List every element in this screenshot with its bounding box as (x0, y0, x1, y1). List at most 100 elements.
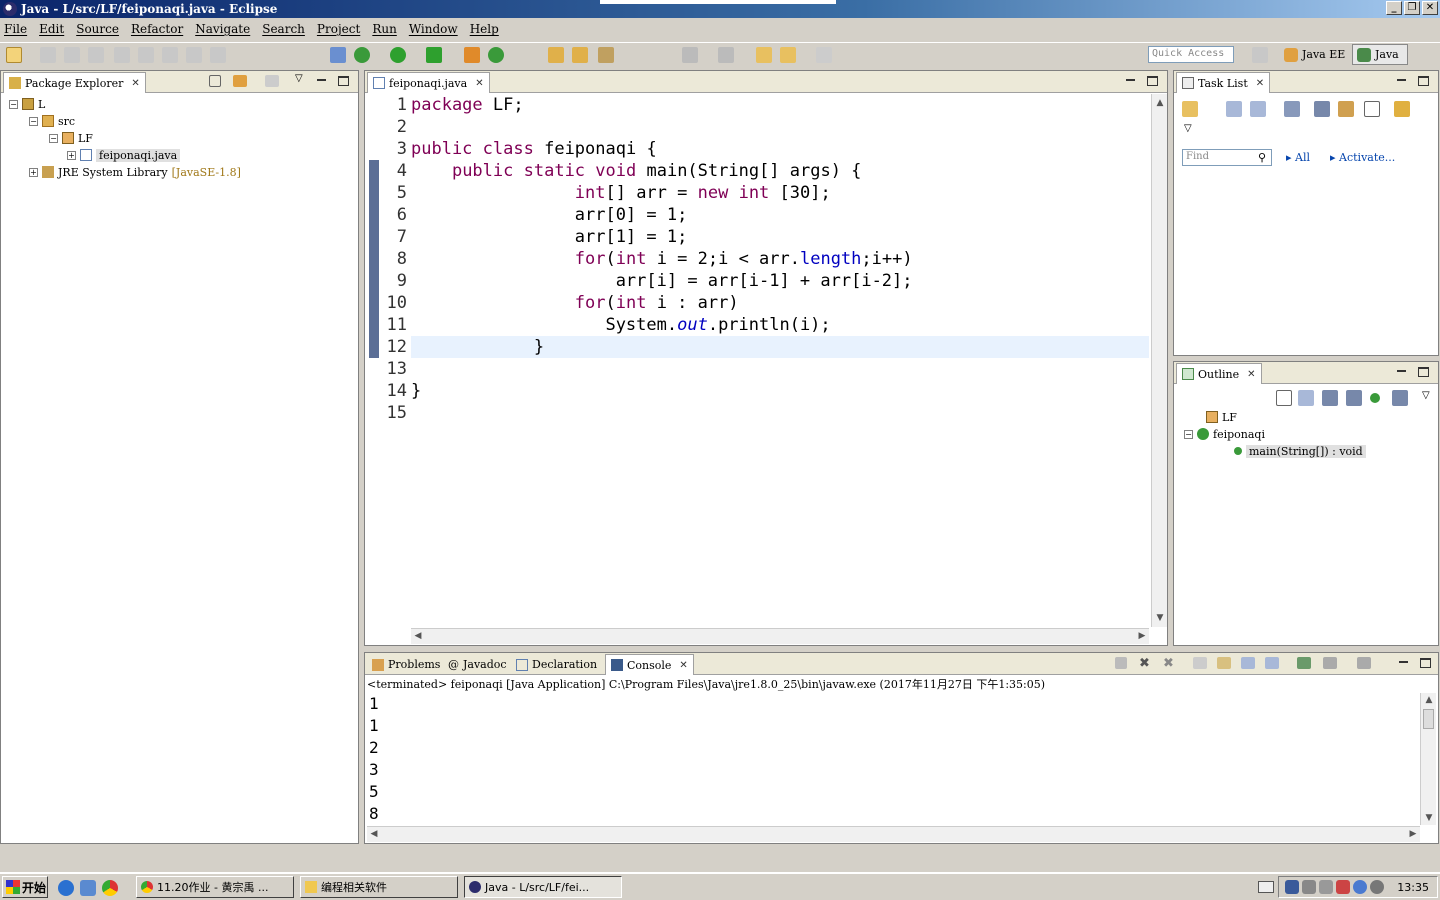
tab-outline[interactable]: Outline ✕ (1176, 363, 1262, 384)
outline-method[interactable]: main(String[]) : void (1234, 443, 1366, 459)
scroll-up-icon[interactable]: ▲ (1153, 96, 1167, 110)
perspective-java-ee[interactable]: Java EE (1280, 44, 1349, 65)
new-class-icon[interactable] (488, 47, 504, 63)
update-icon[interactable] (1353, 880, 1368, 894)
tab-declaration[interactable]: Declaration (511, 654, 602, 675)
annotation-icon[interactable] (682, 47, 698, 63)
menu-source[interactable]: Source (76, 22, 119, 36)
close-icon[interactable]: ✕ (1247, 369, 1255, 380)
restore-button[interactable]: ❐ (1404, 1, 1420, 15)
synchronize-icon[interactable] (1338, 101, 1354, 117)
display-console-icon[interactable] (1323, 657, 1337, 669)
wrench-icon[interactable] (138, 47, 154, 63)
next-annotation-icon[interactable] (718, 47, 734, 63)
tree-package[interactable]: − LF (49, 130, 93, 146)
tab-editor-file[interactable]: feiponaqi.java ✕ (367, 72, 490, 93)
tree-src[interactable]: − src (29, 113, 75, 129)
collapse-icon[interactable]: − (29, 116, 38, 126)
collapse-icon[interactable]: − (49, 133, 58, 143)
tree-file[interactable]: + feiponaqi.java (67, 147, 181, 163)
hide-completed-icon[interactable] (1314, 101, 1330, 117)
scroll-down-icon[interactable]: ▼ (1153, 611, 1167, 625)
maximize-panel-button[interactable] (338, 76, 349, 86)
collapse-all-icon[interactable] (209, 75, 221, 87)
scheduled-icon[interactable] (1250, 101, 1266, 117)
minimize-panel-button[interactable] (1396, 76, 1407, 86)
console-vertical-scrollbar[interactable]: ▲ ▼ (1420, 693, 1436, 825)
minimize-panel-button[interactable] (316, 76, 327, 86)
all-link[interactable]: ▸ All (1286, 151, 1310, 164)
collapse-all-icon[interactable] (1364, 101, 1380, 117)
minimize-button[interactable]: _ (1386, 1, 1402, 15)
scroll-up-icon[interactable]: ▲ (1422, 693, 1436, 707)
outline-package[interactable]: LF (1206, 409, 1237, 425)
tool-icon[interactable] (162, 47, 178, 63)
save-icon[interactable] (40, 47, 56, 63)
keyboard-icon[interactable] (1258, 881, 1274, 893)
code-area[interactable]: package LF; public class feiponaqi { pub… (411, 94, 1149, 424)
last-edit-icon[interactable] (756, 47, 772, 63)
view-menu-icon[interactable]: ▽ (1422, 390, 1430, 401)
menu-window[interactable]: Window (409, 22, 458, 36)
quick-access-input[interactable]: Quick Access (1148, 46, 1234, 63)
hide-fields-icon[interactable] (1322, 390, 1338, 406)
show-stderr-icon[interactable] (1265, 657, 1279, 669)
view-menu-icon[interactable]: ▽ (1184, 123, 1192, 134)
pin-icon[interactable] (330, 47, 346, 63)
pin-console-icon[interactable] (1297, 657, 1311, 669)
menu-search[interactable]: Search (262, 22, 305, 36)
hide-nonpublic-icon[interactable] (1370, 393, 1380, 403)
close-icon[interactable]: ✕ (475, 78, 483, 89)
clipboard-icon[interactable] (186, 47, 202, 63)
focus-icon[interactable] (265, 75, 279, 87)
collapse-icon[interactable]: − (1184, 429, 1193, 439)
save-all-icon[interactable] (64, 47, 80, 63)
ie-icon[interactable] (58, 880, 74, 896)
menu-help[interactable]: Help (470, 22, 499, 36)
scroll-down-icon[interactable]: ▼ (1422, 811, 1436, 825)
tree-project[interactable]: − L (9, 96, 45, 112)
outline-class[interactable]: − feiponaqi (1184, 426, 1265, 442)
remove-launch-icon[interactable]: ✖ (1139, 656, 1153, 671)
hide-local-types-icon[interactable] (1392, 390, 1408, 406)
expand-icon[interactable]: + (67, 150, 76, 160)
collapse-icon[interactable]: − (9, 99, 18, 109)
minimize-panel-button[interactable] (1125, 76, 1136, 86)
focus-icon[interactable] (1284, 101, 1300, 117)
chrome-icon[interactable] (102, 880, 118, 896)
security-icon[interactable] (1336, 880, 1351, 894)
tab-problems[interactable]: Problems (367, 654, 445, 675)
tab-package-explorer[interactable]: Package Explorer ✕ (3, 72, 146, 93)
back-icon[interactable] (780, 47, 796, 63)
open-perspective-icon[interactable] (1252, 47, 1268, 63)
hide-static-icon[interactable] (1346, 390, 1362, 406)
print-icon[interactable] (88, 47, 104, 63)
activate-link[interactable]: ▸ Activate... (1330, 151, 1395, 164)
run-icon[interactable] (390, 47, 406, 63)
link-editor-icon[interactable] (233, 75, 247, 87)
menu-edit[interactable]: Edit (39, 22, 64, 36)
debug-icon[interactable] (354, 47, 370, 63)
terminate-icon[interactable] (1115, 657, 1127, 669)
maximize-panel-button[interactable] (1418, 367, 1429, 377)
menu-project[interactable]: Project (317, 22, 360, 36)
build-icon[interactable] (114, 47, 130, 63)
close-icon[interactable]: ✕ (1256, 78, 1264, 89)
show-stdout-icon[interactable] (1241, 657, 1255, 669)
task-folder[interactable]: 编程相关软件 (300, 876, 458, 898)
minimize-panel-button[interactable] (1396, 367, 1407, 377)
console-output[interactable]: 1 1 2 3 5 8 (369, 693, 379, 825)
tray-app-icon[interactable] (1302, 880, 1317, 894)
close-icon[interactable]: ✕ (679, 660, 687, 671)
package-icon[interactable] (464, 47, 480, 63)
network-icon[interactable] (1285, 880, 1300, 894)
close-button[interactable]: ✕ (1422, 1, 1438, 15)
tree-jre[interactable]: + JRE System Library [JavaSE-1.8] (29, 164, 241, 180)
menu-refactor[interactable]: Refactor (131, 22, 183, 36)
menu-navigate[interactable]: Navigate (195, 22, 250, 36)
new-task-icon[interactable] (1182, 101, 1198, 117)
maximize-panel-button[interactable] (1147, 76, 1158, 86)
collapse-all-icon[interactable] (1276, 390, 1292, 406)
open-type-icon[interactable] (548, 47, 564, 63)
scroll-left-icon[interactable]: ◀ (367, 827, 381, 841)
